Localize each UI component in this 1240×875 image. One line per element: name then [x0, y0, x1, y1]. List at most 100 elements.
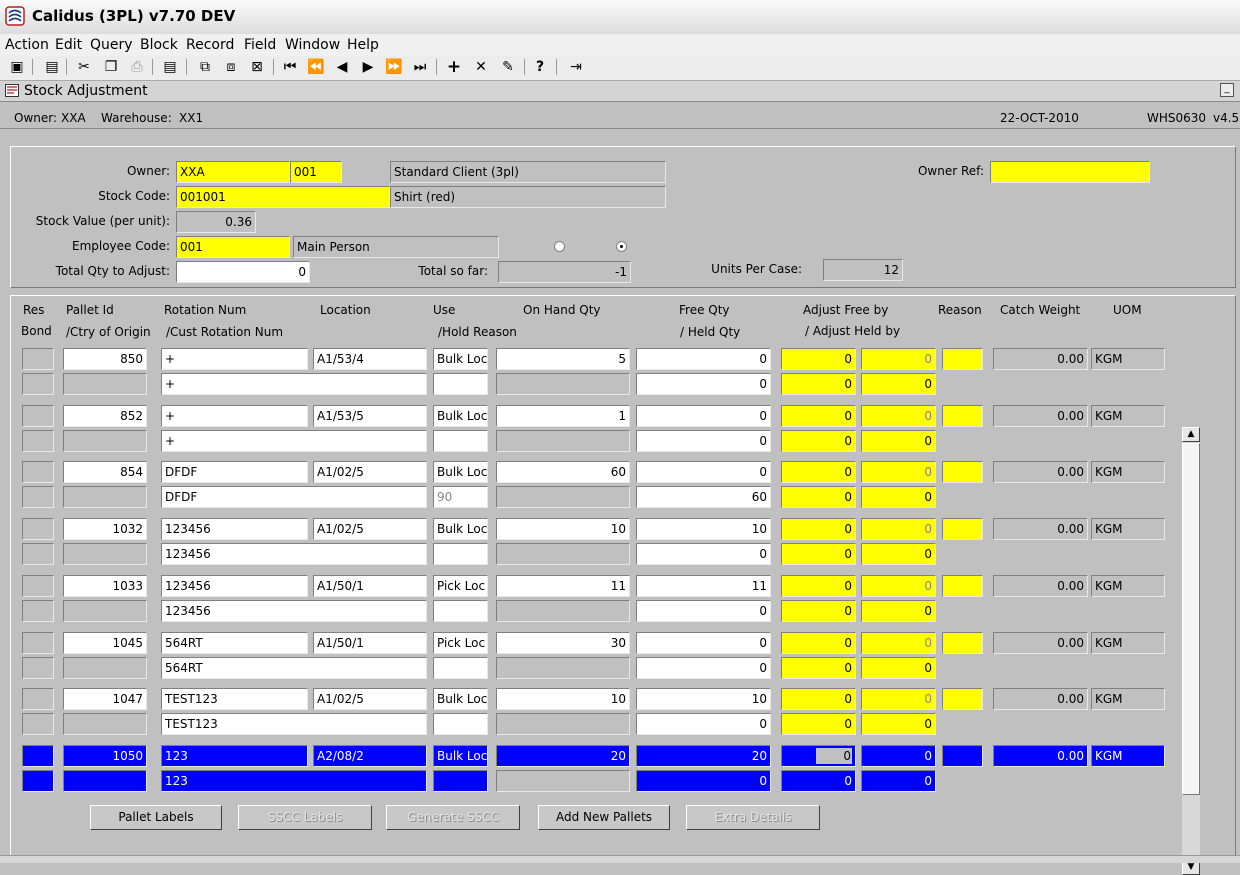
adjust-free-value[interactable]: 0: [816, 748, 852, 764]
pallet-id-field[interactable]: 1033: [63, 575, 147, 597]
owner-number-field[interactable]: 001: [290, 161, 342, 183]
adjust-free-secondary-field[interactable]: 0: [861, 688, 936, 710]
location-field[interactable]: A1/53/5: [313, 405, 427, 427]
owner-ref-field[interactable]: [990, 161, 1150, 183]
adjust-free-secondary-field[interactable]: 0: [861, 518, 936, 540]
free-qty-field[interactable]: 0: [636, 405, 771, 427]
rotation-num-field[interactable]: 123: [161, 745, 308, 767]
pallet-id-field[interactable]: 850: [63, 348, 147, 370]
use-field[interactable]: Pick Loc: [433, 632, 488, 654]
rotation-num-field[interactable]: DFDF: [161, 461, 308, 483]
adjust-free-field[interactable]: 0: [781, 745, 856, 767]
free-qty-field[interactable]: 11: [636, 575, 771, 597]
adjust-free-secondary-field[interactable]: 0: [861, 632, 936, 654]
adjust-held-secondary-field[interactable]: 0: [861, 770, 936, 792]
pallet-id-field[interactable]: 854: [63, 461, 147, 483]
adjust-free-secondary-field[interactable]: 0: [861, 575, 936, 597]
prev-set-icon[interactable]: ⏪: [306, 57, 326, 77]
pallet-id-field[interactable]: 1050: [63, 745, 147, 767]
clear-icon[interactable]: ▤: [160, 57, 180, 77]
adjust-free-secondary-field[interactable]: 0: [861, 745, 936, 767]
free-qty-field[interactable]: 0: [636, 461, 771, 483]
adjust-free-secondary-field[interactable]: 0: [861, 405, 936, 427]
adjust-held-field[interactable]: 0: [781, 373, 856, 395]
free-qty-field[interactable]: 20: [636, 745, 771, 767]
bond-field[interactable]: [22, 770, 54, 792]
held-qty-field[interactable]: 0: [636, 543, 771, 565]
help-icon[interactable]: ?: [530, 57, 550, 77]
sscc-labels-button[interactable]: SSCC Labels: [238, 805, 372, 830]
adjust-held-secondary-field[interactable]: 0: [861, 486, 936, 508]
on-hand-qty-field[interactable]: 20: [496, 745, 630, 767]
adjust-free-secondary-field[interactable]: 0: [861, 348, 936, 370]
copy-icon[interactable]: ❐: [101, 57, 121, 77]
menu-field[interactable]: Field: [244, 37, 276, 53]
menu-block[interactable]: Block: [140, 37, 178, 53]
menu-record[interactable]: Record: [186, 37, 234, 53]
held-qty-field[interactable]: 0: [636, 770, 771, 792]
location-field[interactable]: A1/02/5: [313, 688, 427, 710]
lock-record-icon[interactable]: ✎: [498, 57, 518, 77]
last-record-icon[interactable]: ⏭: [410, 57, 430, 77]
use-field[interactable]: Bulk Loc: [433, 688, 488, 710]
hold-reason-field[interactable]: [433, 373, 488, 395]
owner-code-field[interactable]: XXA: [176, 161, 290, 183]
menu-help[interactable]: Help: [347, 37, 379, 53]
hold-reason-field[interactable]: [433, 713, 488, 735]
adjust-held-secondary-field[interactable]: 0: [861, 373, 936, 395]
adjust-held-field[interactable]: 0: [781, 543, 856, 565]
duplicate-icon[interactable]: ⧉: [195, 57, 215, 77]
pallet-id-field[interactable]: 852: [63, 405, 147, 427]
menu-query[interactable]: Query: [90, 37, 133, 53]
free-qty-field[interactable]: 10: [636, 688, 771, 710]
res-field[interactable]: [22, 745, 54, 767]
location-field[interactable]: A1/50/1: [313, 632, 427, 654]
on-hand-blank-field[interactable]: [496, 770, 630, 792]
scrollbar-thumb[interactable]: [1182, 443, 1200, 795]
use-field[interactable]: Bulk Loc: [433, 405, 488, 427]
location-field[interactable]: A1/02/5: [313, 461, 427, 483]
menu-edit[interactable]: Edit: [55, 37, 82, 53]
catch-weight-field[interactable]: 0.00: [993, 745, 1088, 767]
next-set-icon[interactable]: ⏩: [384, 57, 404, 77]
held-qty-field[interactable]: 0: [636, 430, 771, 452]
adjust-held-field[interactable]: 0: [781, 770, 856, 792]
free-qty-field[interactable]: 10: [636, 518, 771, 540]
menu-action[interactable]: Action: [5, 37, 49, 53]
first-record-icon[interactable]: ⏮: [280, 57, 300, 77]
use-field[interactable]: Bulk Loc: [433, 461, 488, 483]
location-field[interactable]: A2/08/2: [313, 745, 427, 767]
remove-record-icon[interactable]: ✕: [471, 57, 491, 77]
uom-field[interactable]: KGM: [1091, 745, 1165, 767]
save-icon[interactable]: ▣: [7, 57, 27, 77]
cust-rotation-num-field[interactable]: TEST123: [161, 713, 427, 735]
rotation-num-field[interactable]: +: [161, 405, 308, 427]
adjust-held-secondary-field[interactable]: 0: [861, 430, 936, 452]
reason-field[interactable]: [942, 575, 983, 597]
pallet-id-field[interactable]: 1032: [63, 518, 147, 540]
free-qty-field[interactable]: 0: [636, 348, 771, 370]
minimize-icon[interactable]: _: [1220, 83, 1234, 97]
cust-rotation-num-field[interactable]: DFDF: [161, 486, 427, 508]
held-qty-field[interactable]: 0: [636, 373, 771, 395]
adjust-free-field[interactable]: 0: [781, 461, 856, 483]
reason-field[interactable]: [942, 461, 983, 483]
adjust-free-field[interactable]: 0: [781, 405, 856, 427]
pallet-id-field[interactable]: 1047: [63, 688, 147, 710]
cust-rotation-num-field[interactable]: +: [161, 430, 427, 452]
adjust-free-field[interactable]: 0: [781, 632, 856, 654]
reason-field[interactable]: [942, 348, 983, 370]
add-new-pallets-button[interactable]: Add New Pallets: [538, 805, 670, 830]
extra-details-button[interactable]: Extra Details: [686, 805, 820, 830]
cust-rotation-num-field[interactable]: 564RT: [161, 657, 427, 679]
free-qty-field[interactable]: 0: [636, 632, 771, 654]
adjust-held-field[interactable]: 0: [781, 657, 856, 679]
adjust-held-field[interactable]: 0: [781, 486, 856, 508]
held-qty-field[interactable]: 0: [636, 600, 771, 622]
pallet-labels-button[interactable]: Pallet Labels: [90, 805, 222, 830]
cust-rotation-num-field[interactable]: 123456: [161, 543, 427, 565]
copy-record-icon[interactable]: ⧈: [221, 57, 241, 77]
ctry-of-origin-field[interactable]: [63, 770, 147, 792]
held-qty-field[interactable]: 0: [636, 657, 771, 679]
prev-record-icon[interactable]: ◀: [332, 57, 352, 77]
